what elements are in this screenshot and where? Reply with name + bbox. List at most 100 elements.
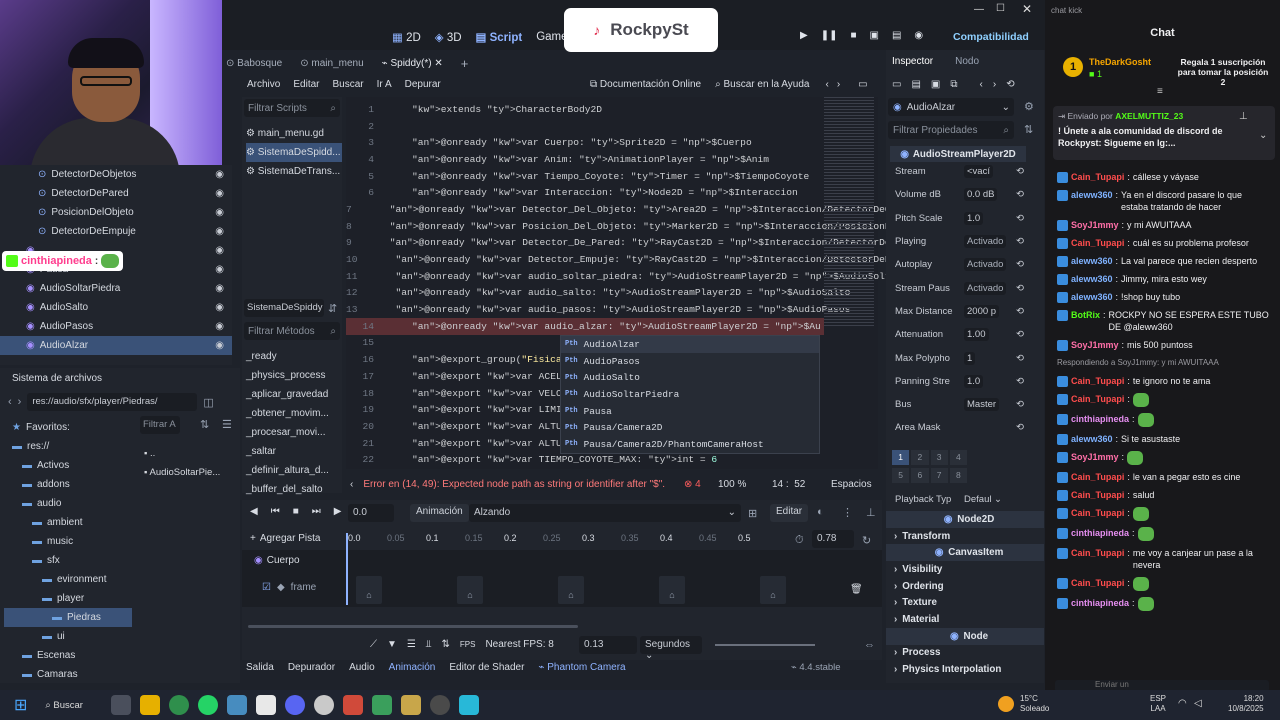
folder-item[interactable]: ▬ res:// (4, 437, 132, 456)
scene-tab-active[interactable]: ⌁ Spiddy(*) ✕ (382, 58, 443, 69)
prop-value[interactable]: 1.0 (964, 374, 984, 388)
autocomplete-option[interactable]: Pth Pausa/Camera2D (561, 419, 819, 436)
revert-icon[interactable]: ⟲ (1016, 353, 1024, 364)
folder-item[interactable]: ▬ Escenas (4, 646, 132, 665)
folder-item[interactable]: ▬ Camaras (4, 665, 132, 684)
prop-row[interactable]: Bus Master ⟲ (886, 393, 1044, 416)
revert-icon[interactable]: ⟲ (1016, 236, 1024, 247)
load-icon[interactable]: ▤ (911, 79, 920, 90)
file-filter-input[interactable]: Filtrar A (140, 416, 180, 434)
inspector-section[interactable]: › Visibility (886, 561, 1044, 578)
tab-shader[interactable]: Editor de Shader (449, 662, 524, 673)
chevron-right-icon[interactable]: › (993, 79, 996, 90)
chat-username[interactable]: Cain_Tupapi (1071, 171, 1124, 183)
chat-message[interactable]: Cain_Tupapi: cuál es su problema profesor (1045, 234, 1280, 252)
code-editor[interactable]: 1 "kw">extends "ty">CharacterBody2D 2 3 "an"… (346, 97, 919, 469)
edit-animation-button[interactable]: Editar (770, 504, 809, 522)
prop-value[interactable]: Activado (964, 235, 1007, 249)
prop-row[interactable]: Autoplay Activado ⟲ (886, 253, 1044, 276)
folder-item[interactable]: ▬ ambient (4, 513, 132, 532)
scene-node[interactable]: ◉ AudioSoltarPiedra ◉ (0, 279, 232, 298)
scene-node[interactable]: ⊙ PosicionDelObjeto ◉ (0, 203, 232, 222)
tab-depurador[interactable]: Depurador (288, 662, 335, 673)
visibility-icon[interactable]: ◉ (215, 169, 224, 180)
chat-username[interactable]: Cain_Tupapi (1071, 237, 1124, 249)
volume-icon[interactable]: ◁ (1194, 698, 1202, 709)
autocomplete-option[interactable]: Pth Pausa (561, 403, 819, 420)
folder-item[interactable]: ▬ Activos (4, 456, 132, 475)
chat-username[interactable]: Cain_Tupapi (1071, 577, 1124, 591)
fps-toggle[interactable]: FPS (460, 640, 476, 649)
visibility-icon[interactable]: ◉ (215, 245, 224, 256)
prop-row[interactable]: Max Distance 2000 p ⟲ (886, 300, 1044, 323)
collapse-icon[interactable]: ☰ (222, 418, 232, 431)
scene-node[interactable]: ◉ AudioSalto ◉ (0, 298, 232, 317)
code-line[interactable]: 14 "an">@onready "kw">var audio_alzar: "t… (346, 317, 824, 335)
chat-username[interactable]: aleww360 (1071, 255, 1113, 267)
app-icon[interactable] (342, 695, 363, 715)
chat-message[interactable]: Cain_Tupapi: (1045, 504, 1280, 524)
chat-message[interactable]: aleww360: Jimmy, mira esto wey (1045, 270, 1280, 288)
revert-icon[interactable]: ⟲ (1016, 306, 1024, 317)
chevron-down-icon[interactable]: ⌄ (1259, 130, 1267, 141)
prop-value[interactable] (964, 427, 970, 429)
visibility-icon[interactable]: ◉ (215, 188, 224, 199)
folder-item[interactable]: ★ Favoritos: (4, 418, 132, 437)
visibility-icon[interactable]: ◉ (215, 283, 224, 294)
chat-message[interactable]: SoyJ1mmy: y mi AWUITAAA (1045, 216, 1280, 234)
script-item[interactable]: ⚙ SistemaDeSpidd... (246, 143, 342, 162)
scene-node[interactable]: ⊙ DetectorDeObjetos ◉ (0, 165, 232, 184)
obs-icon[interactable] (429, 695, 450, 715)
folder-item[interactable]: ▬ player (4, 589, 132, 608)
autocomplete-option[interactable]: Pth AudioAlzar (561, 336, 819, 353)
code-line[interactable]: 13 "an">@onready "kw">var audio_pasos: "t… (346, 301, 850, 318)
scene-tab[interactable]: ⊙ Babosque (226, 58, 282, 69)
chat-message[interactable]: Cain_Tupapi: cállese y váyase (1045, 168, 1280, 186)
window-close-icon[interactable]: ✕ (1022, 2, 1032, 16)
prop-row[interactable]: Volume dB 0.0 dB ⟲ (886, 183, 1044, 206)
prop-value[interactable]: Master (964, 398, 1000, 412)
chat-message[interactable]: Cain_Tupapi: salud (1045, 486, 1280, 504)
weather-icon[interactable] (998, 696, 1014, 712)
revert-icon[interactable]: ⟲ (1016, 376, 1024, 387)
prop-row[interactable]: Stream <vací ⟲ (886, 160, 1044, 183)
tab-animacion[interactable]: Animación (389, 662, 436, 673)
folder-item[interactable]: ▬ evironment (4, 570, 132, 589)
play-icon[interactable]: ▶ (334, 506, 342, 517)
method-item[interactable]: _buffer_del_salto (246, 480, 338, 499)
visibility-icon[interactable]: ◉ (215, 321, 224, 332)
revert-icon[interactable]: ⟲ (1016, 213, 1024, 224)
onion-skin-icon[interactable]: ◐ (817, 506, 824, 518)
prop-row[interactable]: Stream Paus Activado ⟲ (886, 276, 1044, 299)
snap-icon[interactable]: ⫫ (426, 639, 432, 650)
chat-message[interactable]: Cain_Tupapi: me voy a canjear un pase a l… (1045, 544, 1280, 574)
mask-cell[interactable]: 4 (949, 450, 967, 465)
chat-message[interactable]: aleww360: La val parece que recien desper… (1045, 252, 1280, 270)
prop-playback-type[interactable]: Playback Typ Defaul ⌄ (886, 488, 1044, 511)
scene-node[interactable]: ⊙ DetectorDePared ◉ (0, 184, 232, 203)
loop-icon[interactable]: ↻ (862, 534, 871, 547)
list-icon[interactable]: ☰ (407, 639, 416, 650)
window-minimize-icon[interactable]: — (974, 4, 984, 15)
inspector-section[interactable]: ◉ Node2D (886, 511, 1044, 528)
property-filter-icon[interactable]: ⇅ (1024, 123, 1033, 136)
prop-value[interactable]: 1 (964, 351, 976, 365)
split-view-icon[interactable]: ◫ (203, 396, 213, 409)
chevron-left-icon[interactable]: ‹ (980, 79, 983, 90)
folder-item[interactable]: ▬ addons (4, 475, 132, 494)
chat-message[interactable]: aleww360: Ya en el discord pasare lo que … (1045, 186, 1280, 216)
chevron-left-icon[interactable]: ‹ (8, 396, 12, 408)
visibility-icon[interactable]: ◉ (215, 302, 224, 313)
chat-username[interactable]: SoyJ1mmy (1071, 219, 1119, 231)
file-explorer-icon[interactable] (139, 695, 160, 715)
menu-buscar[interactable]: Buscar (332, 79, 363, 90)
zoom-level[interactable]: 100 % (718, 479, 746, 490)
keyframe[interactable]: ⌂ (457, 576, 483, 604)
folder-item[interactable]: ▬ music (4, 532, 132, 551)
chat-username[interactable]: Cain_Tupapi (1071, 375, 1124, 387)
chevron-left-icon[interactable]: ‹ (350, 479, 353, 490)
prop-value[interactable]: Activado (964, 281, 1007, 295)
track-node[interactable]: ◉ Cuerpo (254, 555, 300, 566)
mask-cell[interactable]: 2 (911, 450, 929, 465)
mask-cell[interactable]: 5 (892, 468, 910, 483)
